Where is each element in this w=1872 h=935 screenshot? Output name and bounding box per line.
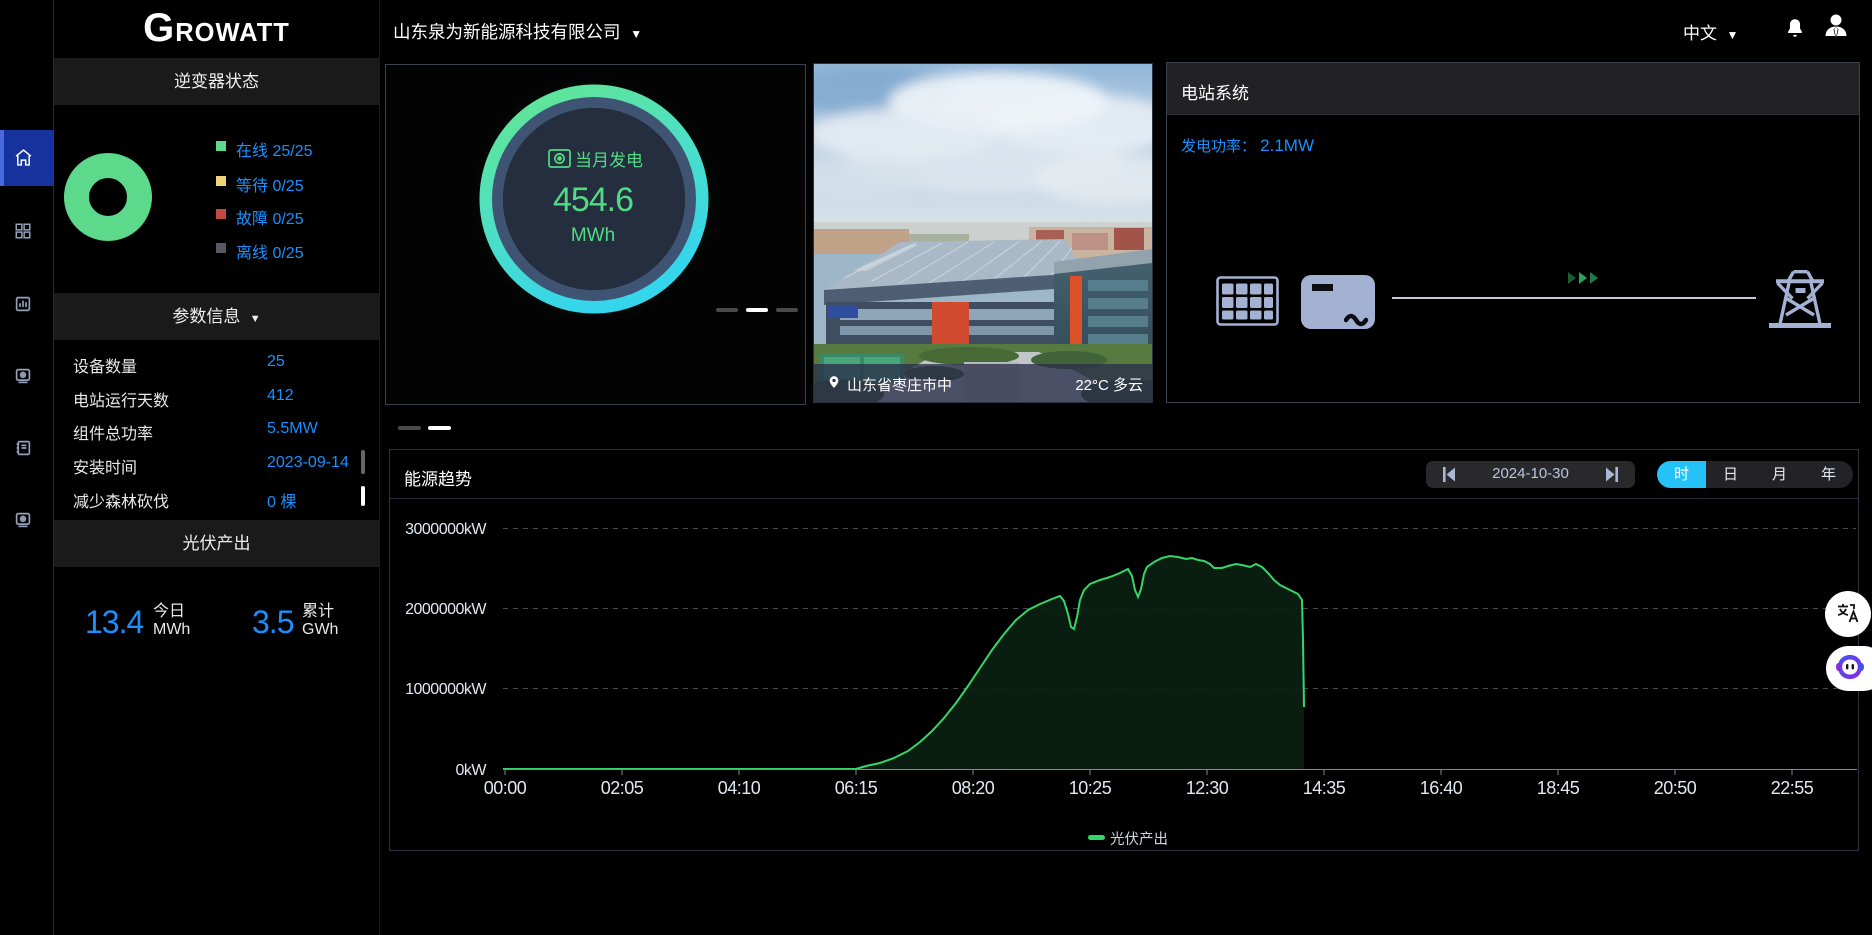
svg-text:454.6: 454.6: [553, 181, 633, 219]
svg-text:当月发电: 当月发电: [575, 151, 643, 170]
svg-text:MWh: MWh: [571, 225, 615, 246]
